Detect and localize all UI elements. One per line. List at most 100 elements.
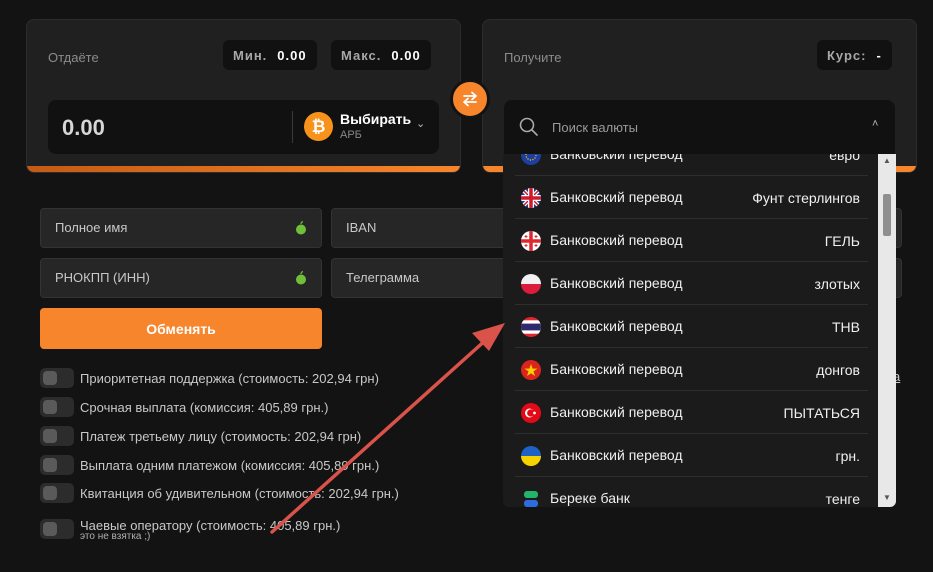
th-flag-icon <box>521 317 541 337</box>
dropdown-item-eur[interactable]: Банковский перевод евро <box>515 154 868 176</box>
item-currency: евро <box>829 154 860 163</box>
give-label: Отдаёте <box>48 50 99 65</box>
dropdown-item-vnd[interactable]: Банковский перевод донгов <box>515 348 868 391</box>
tr-flag-icon <box>521 403 541 423</box>
item-currency: донгов <box>816 362 860 378</box>
currency-select-label[interactable]: Выбирать <box>340 111 411 127</box>
item-currency: THB <box>832 319 860 335</box>
give-accent-bar <box>27 166 460 172</box>
currency-search-input[interactable] <box>552 100 852 154</box>
currency-search-box: ˄ <box>504 100 895 154</box>
full-name-placeholder: Полное имя <box>55 220 128 235</box>
option-third-party[interactable]: Платеж третьему лицу (стоимость: 202,94 … <box>40 426 361 446</box>
option-priority-support[interactable]: Приоритетная поддержка (стоимость: 202,9… <box>40 368 379 388</box>
option-label: Срочная выплата (комиссия: 405,89 грн.) <box>80 399 329 415</box>
dropdown-item-try[interactable]: Банковский перевод ПЫТАТЬСЯ <box>515 391 868 434</box>
toggle[interactable] <box>40 483 74 503</box>
max-label: Макс. <box>341 47 382 63</box>
item-currency: ПЫТАТЬСЯ <box>783 405 860 421</box>
exchange-button[interactable]: Обменять <box>40 308 322 349</box>
item-name: Банковский перевод <box>550 318 683 334</box>
option-label: Приоритетная поддержка (стоимость: 202,9… <box>80 370 379 386</box>
dropdown-item-pln[interactable]: Банковский перевод злотых <box>515 262 868 305</box>
currency-select-sub: АРБ <box>340 129 362 141</box>
dropdown-item-uah[interactable]: Банковский перевод грн. <box>515 434 868 477</box>
dropdown-scrollbar[interactable]: ▲ ▼ <box>878 154 896 507</box>
rate-chip: Курс: - <box>817 40 892 70</box>
item-name: Банковский перевод <box>550 232 683 248</box>
exchange-page: Отдаёте Мин. 0.00 Макс. 0.00 0.00 ₿ Выби… <box>0 0 933 572</box>
item-name: Банковский перевод <box>550 189 683 205</box>
min-chip: Мин. 0.00 <box>223 40 317 70</box>
rate-label: Курс: <box>827 47 867 63</box>
item-name: Банковский перевод <box>550 447 683 463</box>
item-name: Банковский перевод <box>550 361 683 377</box>
toggle-knob <box>43 486 57 500</box>
min-label: Мин. <box>233 47 268 63</box>
scroll-up-icon[interactable]: ▲ <box>878 156 896 168</box>
item-currency: ГЕЛЬ <box>824 233 860 249</box>
swap-button[interactable] <box>450 79 490 119</box>
dropdown-item-kzt[interactable]: Береке банк тенге <box>515 477 868 507</box>
item-currency: злотых <box>814 276 860 292</box>
apple-icon <box>296 221 306 235</box>
gb-flag-icon <box>521 188 541 208</box>
option-label: Квитанция об удивительном (стоимость: 20… <box>80 485 399 501</box>
swap-icon <box>463 91 477 107</box>
item-name: Банковский перевод <box>550 404 683 420</box>
option-urgent-payout[interactable]: Срочная выплата (комиссия: 405,89 грн.) <box>40 397 328 417</box>
rate-value: - <box>876 47 882 63</box>
iban-field[interactable]: IBAN <box>331 208 511 248</box>
toggle[interactable] <box>40 455 74 475</box>
currency-dropdown: Банковский перевод евро Банковский перев… <box>503 154 896 507</box>
ua-flag-icon <box>521 446 541 466</box>
item-currency: тенге <box>825 491 860 507</box>
inn-field[interactable]: РНОКПП (ИНН) <box>40 258 322 298</box>
bitcoin-icon: ₿ <box>304 112 333 141</box>
telegram-placeholder: Телеграмма <box>346 270 420 285</box>
iban-placeholder: IBAN <box>346 220 377 235</box>
divider <box>292 111 293 143</box>
scrollbar-thumb[interactable] <box>883 194 891 236</box>
chevron-up-icon[interactable]: ˄ <box>872 118 878 130</box>
option-label: Платеж третьему лицу (стоимость: 202,94 … <box>80 428 362 444</box>
dropdown-item-gbp[interactable]: Банковский перевод Фунт стерлингов <box>515 176 868 219</box>
inn-placeholder: РНОКПП (ИНН) <box>55 270 150 285</box>
toggle-knob <box>43 371 57 385</box>
toggle[interactable] <box>40 519 74 539</box>
option-receipt[interactable]: Квитанция об удивительном (стоимость: 20… <box>40 483 399 503</box>
option-label: Выплата одним платежом (комиссия: 405,89… <box>80 457 380 473</box>
item-name: Банковский перевод <box>550 154 683 162</box>
toggle-knob <box>43 429 57 443</box>
toggle-knob <box>43 400 57 414</box>
apple-icon <box>296 271 306 285</box>
full-name-field[interactable]: Полное имя <box>40 208 322 248</box>
give-amount-box: 0.00 ₿ Выбирать АРБ ⌄ <box>48 100 439 154</box>
scroll-down-icon[interactable]: ▼ <box>878 493 896 505</box>
item-currency: грн. <box>835 448 860 464</box>
pl-flag-icon <box>521 274 541 294</box>
dropdown-item-gel[interactable]: Банковский перевод ГЕЛЬ <box>515 219 868 262</box>
eu-flag-icon <box>521 154 541 165</box>
bereke-bank-icon <box>521 489 541 507</box>
give-panel: Отдаёте Мин. 0.00 Макс. 0.00 0.00 ₿ Выби… <box>26 19 461 173</box>
ge-flag-icon <box>521 231 541 251</box>
side-link[interactable]: а <box>893 369 913 384</box>
give-amount-input[interactable]: 0.00 <box>62 115 105 141</box>
toggle[interactable] <box>40 368 74 388</box>
min-value: 0.00 <box>277 47 307 63</box>
item-currency: Фунт стерлингов <box>752 190 860 206</box>
item-name: Береке банк <box>550 490 630 506</box>
tip-note: это не взятка ;) <box>80 531 151 542</box>
toggle[interactable] <box>40 397 74 417</box>
toggle[interactable] <box>40 426 74 446</box>
telegram-field[interactable]: Телеграмма <box>331 258 511 298</box>
max-chip: Макс. 0.00 <box>331 40 431 70</box>
dropdown-item-thb[interactable]: Банковский перевод THB <box>515 305 868 348</box>
search-icon <box>519 117 538 136</box>
toggle-knob <box>43 458 57 472</box>
item-name: Банковский перевод <box>550 275 683 291</box>
vn-flag-icon <box>521 360 541 380</box>
option-single-payment[interactable]: Выплата одним платежом (комиссия: 405,89… <box>40 455 379 475</box>
chevron-down-icon[interactable]: ⌄ <box>416 117 425 130</box>
